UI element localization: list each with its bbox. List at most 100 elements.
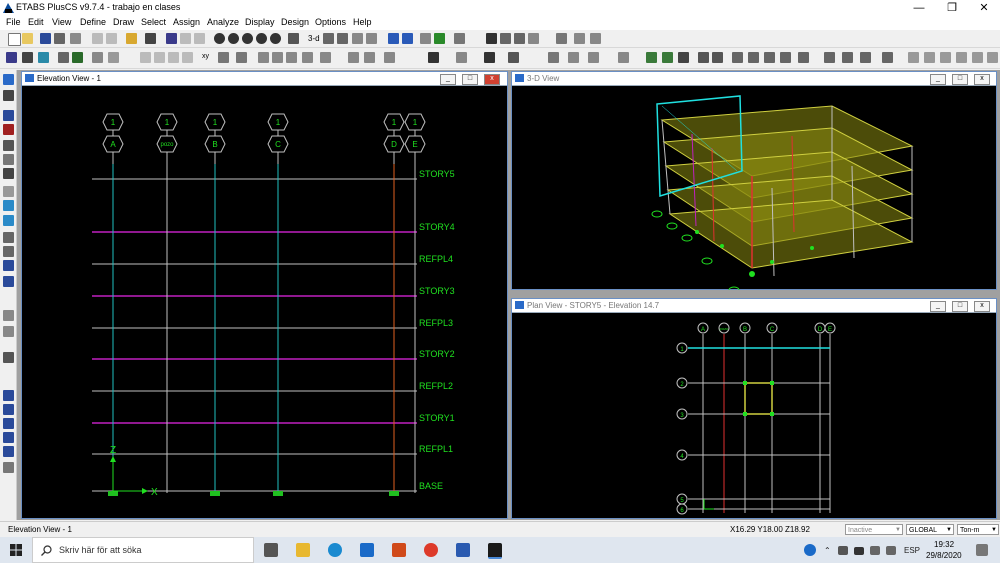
select-pointer-icon[interactable]	[3, 74, 14, 85]
clock-date[interactable]: 29/8/2020	[926, 551, 962, 560]
frame-section-icon[interactable]	[236, 52, 247, 63]
snap-points-icon[interactable]	[940, 52, 951, 63]
new-model-icon[interactable]	[8, 33, 21, 46]
draw-reference-icon[interactable]	[3, 352, 14, 363]
menu-design[interactable]: Design	[281, 17, 309, 27]
view-3d-minimize-button[interactable]: _	[930, 74, 946, 85]
snap-lines-icon[interactable]	[3, 446, 14, 457]
animate-icon[interactable]	[618, 52, 629, 63]
rotate-3d-icon[interactable]	[352, 33, 363, 44]
refresh-window-icon[interactable]	[194, 33, 205, 44]
plan-minimize-button[interactable]: _	[930, 301, 946, 312]
set-display-icon[interactable]	[420, 33, 431, 44]
move-up-icon[interactable]	[388, 33, 399, 44]
moment-icon[interactable]	[272, 52, 283, 63]
restore-button[interactable]: ❐	[937, 0, 967, 16]
battery-icon[interactable]	[854, 547, 864, 555]
view-3d-button[interactable]: 3-d	[308, 34, 320, 43]
plan-maximize-button[interactable]: □	[952, 301, 968, 312]
plan-canvas[interactable]: A pozo B C D E 1 2 3 4 5 6	[512, 313, 996, 519]
snap-midpoints-icon[interactable]	[3, 404, 14, 415]
clear-selection-icon[interactable]	[590, 33, 601, 44]
menu-edit[interactable]: Edit	[28, 17, 44, 27]
menu-draw[interactable]: Draw	[113, 17, 134, 27]
open-icon[interactable]	[22, 33, 33, 44]
print-icon[interactable]	[54, 33, 65, 44]
pier-icon[interactable]	[780, 52, 791, 63]
diagonal-icon[interactable]	[384, 52, 395, 63]
snap-joints-icon[interactable]	[3, 390, 14, 401]
elevation-canvas[interactable]: 1 A 1 pozo 1 B 1 C 1 D 1 E STORY5 STORY4…	[22, 86, 507, 518]
menu-view[interactable]: View	[52, 17, 71, 27]
axial-icon[interactable]	[286, 52, 297, 63]
zoom-previous-icon[interactable]	[270, 33, 281, 44]
section-cut-icon[interactable]	[882, 52, 893, 63]
view-3d-canvas[interactable]	[512, 86, 996, 290]
task-view-icon[interactable]	[264, 543, 278, 557]
menu-analyze[interactable]: Analyze	[207, 17, 239, 27]
load-icon[interactable]	[484, 52, 495, 63]
output-icon[interactable]	[764, 52, 775, 63]
snap-intersections-icon[interactable]	[3, 418, 14, 429]
section-icon[interactable]	[108, 52, 119, 63]
menu-display[interactable]: Display	[245, 17, 275, 27]
windows-start-icon[interactable]	[10, 544, 22, 556]
draw-dimension-icon[interactable]	[3, 276, 14, 287]
assemble-icon[interactable]	[908, 52, 919, 63]
onedrive-icon[interactable]	[838, 546, 848, 555]
zoom-out-icon[interactable]	[242, 33, 253, 44]
composite-icon[interactable]	[698, 52, 709, 63]
snap-perpendicular-icon[interactable]	[3, 432, 14, 443]
snap-grid-icon[interactable]	[987, 52, 998, 63]
spandrel-icon[interactable]	[798, 52, 809, 63]
elevation-close-button[interactable]: x	[484, 74, 500, 85]
menu-file[interactable]: File	[6, 17, 21, 27]
snap-intersect-icon[interactable]	[972, 52, 983, 63]
set-elements-icon[interactable]	[454, 33, 465, 44]
quick-area-icon[interactable]	[3, 215, 14, 226]
move-down-icon[interactable]	[402, 33, 413, 44]
word-icon[interactable]	[456, 543, 470, 557]
file-explorer-icon[interactable]	[296, 543, 310, 557]
draw-line-icon[interactable]	[486, 33, 497, 44]
deformed-shape-icon[interactable]	[548, 52, 559, 63]
refresh-icon[interactable]	[180, 33, 191, 44]
pan-icon[interactable]	[288, 33, 299, 44]
table-icon[interactable]	[218, 52, 229, 63]
story-response-icon[interactable]	[860, 52, 871, 63]
elevation-maximize-button[interactable]: □	[462, 74, 478, 85]
menu-define[interactable]: Define	[80, 17, 106, 27]
draw-frame-icon[interactable]	[500, 33, 511, 44]
view-3d-close-button[interactable]: x	[974, 74, 990, 85]
draw-area-object-icon[interactable]	[3, 186, 14, 197]
draw-line-object-icon[interactable]	[3, 110, 14, 121]
mail-icon[interactable]	[360, 543, 374, 557]
area-load-icon[interactable]	[508, 52, 519, 63]
design-frame-icon[interactable]	[646, 52, 657, 63]
pen-icon[interactable]	[870, 546, 880, 555]
member-forces-icon[interactable]	[842, 52, 853, 63]
joist-icon[interactable]	[712, 52, 723, 63]
restraint-icon[interactable]	[72, 52, 83, 63]
help-icon[interactable]	[804, 544, 816, 556]
pencil-icon[interactable]	[126, 33, 137, 44]
menu-assign[interactable]: Assign	[173, 17, 200, 27]
plan-view-window[interactable]: Plan View - STORY5 - Elevation 14.7 _ □ …	[511, 298, 997, 519]
view-3d-maximize-button[interactable]: □	[952, 74, 968, 85]
joint-reactions-icon[interactable]	[824, 52, 835, 63]
reshape-icon[interactable]	[22, 52, 33, 63]
design-check-icon[interactable]	[662, 52, 673, 63]
wall-icon[interactable]	[456, 52, 467, 63]
office-icon[interactable]	[392, 543, 406, 557]
snap-fine-grid-icon[interactable]	[3, 462, 14, 473]
lock-icon[interactable]	[145, 33, 156, 44]
object-shrink-icon[interactable]	[434, 33, 445, 44]
draw-link-icon[interactable]	[3, 310, 14, 321]
minimize-button[interactable]: —	[904, 0, 934, 16]
copy-icon[interactable]	[154, 52, 165, 63]
elevation-minimize-button[interactable]: _	[440, 74, 456, 85]
save-icon[interactable]	[40, 33, 51, 44]
torsion-icon[interactable]	[320, 52, 331, 63]
draw-brace-icon[interactable]	[514, 33, 525, 44]
units-select[interactable]: Ton-m ▼	[957, 524, 999, 535]
